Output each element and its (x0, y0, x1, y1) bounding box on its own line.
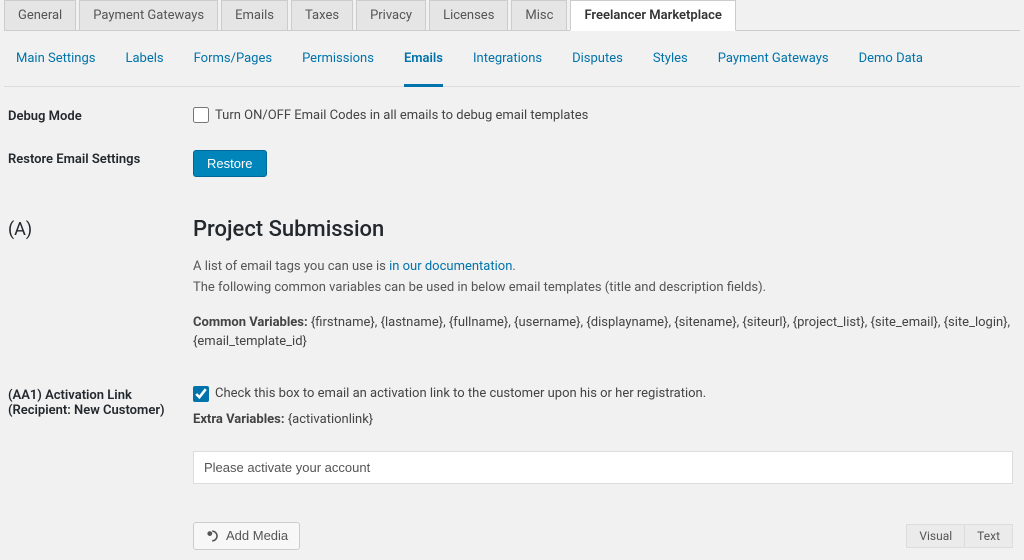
settings-content: Debug Mode Turn ON/OFF Email Codes in al… (4, 87, 1020, 560)
row-aa1: (AA1) Activation Link (Recipient: New Cu… (8, 386, 1016, 550)
editor-tab-text[interactable]: Text (965, 524, 1013, 548)
subtab-labels[interactable]: Labels (125, 51, 163, 76)
desc-suffix: . (512, 259, 515, 274)
debug-mode-checkbox[interactable] (193, 107, 209, 123)
editor-toolbar-row: Add Media Visual Text (193, 522, 1013, 550)
subtab-main-settings[interactable]: Main Settings (16, 51, 95, 76)
subtab-payment-gateways[interactable]: Payment Gateways (718, 51, 829, 76)
add-media-label: Add Media (226, 528, 288, 543)
subtab-styles[interactable]: Styles (653, 51, 688, 76)
add-media-button[interactable]: Add Media (193, 522, 300, 550)
common-variables-line: Common Variables: {firstname}, {lastname… (193, 313, 1016, 352)
aa1-field[interactable]: Check this box to email an activation li… (193, 386, 1016, 402)
restore-email-label: Restore Email Settings (8, 150, 193, 167)
aa1-extra-vars: Extra Variables: {activationlink} (193, 412, 1016, 427)
desc-line2: The following common variables can be us… (193, 280, 766, 295)
debug-mode-field[interactable]: Turn ON/OFF Email Codes in all emails to… (193, 107, 1016, 123)
tab-taxes[interactable]: Taxes (291, 0, 353, 30)
sub-tabs: Main Settings Labels Forms/Pages Permiss… (4, 31, 1020, 87)
top-tabs: General Payment Gateways Emails Taxes Pr… (4, 0, 1020, 31)
tab-payment-gateways[interactable]: Payment Gateways (79, 0, 218, 30)
media-icon (205, 528, 221, 544)
editor-tab-visual[interactable]: Visual (906, 524, 965, 548)
debug-mode-checkbox-label: Turn ON/OFF Email Codes in all emails to… (215, 108, 588, 123)
aa1-label: (AA1) Activation Link (Recipient: New Cu… (8, 386, 193, 418)
aa1-label-line2: (Recipient: New Customer) (8, 403, 165, 418)
aa1-label-line1: (AA1) Activation Link (8, 388, 132, 403)
tab-freelancer-marketplace[interactable]: Freelancer Marketplace (570, 0, 735, 31)
tab-emails[interactable]: Emails (221, 0, 288, 30)
editor-tabs: Visual Text (906, 524, 1013, 548)
row-restore-email: Restore Email Settings Restore (8, 150, 1016, 177)
aa1-title-input[interactable] (193, 451, 1013, 484)
row-section-a: (A) Project Submission A list of email t… (8, 217, 1016, 352)
extra-vars-label: Extra Variables: (193, 412, 285, 427)
subtab-forms-pages[interactable]: Forms/Pages (194, 51, 272, 76)
aa1-checkbox-label: Check this box to email an activation li… (215, 386, 706, 401)
tab-misc[interactable]: Misc (511, 0, 567, 30)
common-vars-list: {firstname}, {lastname}, {fullname}, {us… (193, 315, 1010, 350)
subtab-integrations[interactable]: Integrations (473, 51, 542, 76)
tab-general[interactable]: General (4, 0, 76, 30)
extra-vars-list: {activationlink} (288, 412, 373, 427)
documentation-link[interactable]: in our documentation (389, 259, 512, 274)
common-vars-label: Common Variables: (193, 315, 308, 330)
tab-privacy[interactable]: Privacy (356, 0, 426, 30)
row-debug-mode: Debug Mode Turn ON/OFF Email Codes in al… (8, 107, 1016, 124)
desc-prefix: A list of email tags you can use is (193, 259, 389, 274)
debug-mode-label: Debug Mode (8, 107, 193, 124)
section-a-title: Project Submission (193, 217, 1016, 242)
section-a-desc: A list of email tags you can use is in o… (193, 257, 1016, 299)
subtab-disputes[interactable]: Disputes (572, 51, 623, 76)
subtab-demo-data[interactable]: Demo Data (859, 51, 923, 76)
subtab-emails[interactable]: Emails (404, 51, 443, 87)
tab-licenses[interactable]: Licenses (429, 0, 508, 30)
aa1-checkbox[interactable] (193, 386, 209, 402)
subtab-permissions[interactable]: Permissions (302, 51, 374, 76)
section-a-marker: (A) (8, 217, 193, 240)
restore-button[interactable]: Restore (193, 150, 267, 177)
